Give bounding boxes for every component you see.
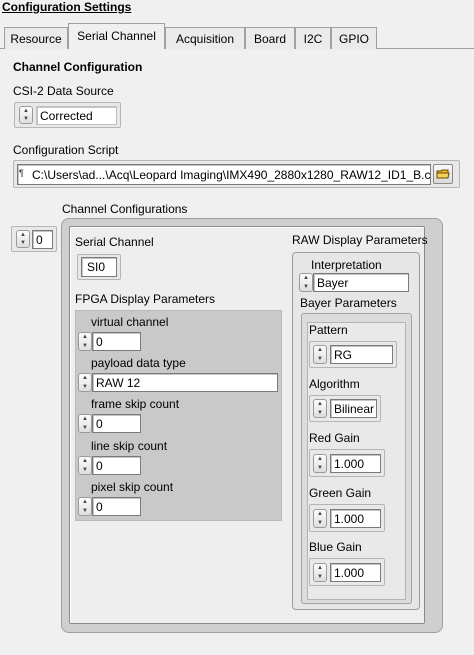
tab-resource[interactable]: Resource [4, 27, 68, 49]
tab-i2c[interactable]: I2C [295, 27, 331, 49]
path-icon: ¶ [19, 168, 24, 178]
up-arrow-icon: ▲ [82, 458, 88, 465]
interpretation-label: Interpretation [311, 258, 382, 272]
up-arrow-icon: ▲ [20, 232, 26, 238]
down-arrow-icon: ▼ [303, 283, 309, 290]
up-arrow-icon: ▲ [317, 456, 323, 463]
red-gain-value[interactable]: 1.000 [330, 454, 381, 473]
algorithm-label: Algorithm [309, 377, 360, 391]
payload-type-value[interactable]: RAW 12 [92, 373, 278, 392]
virtual-channel-stepper[interactable]: ▲ ▼ [78, 332, 92, 351]
down-arrow-icon: ▼ [317, 519, 323, 526]
red-gain-label: Red Gain [309, 431, 360, 445]
channel-configs-label: Channel Configurations [62, 202, 188, 216]
interpretation-stepper[interactable]: ▲ ▼ [299, 273, 313, 292]
blue-gain-value[interactable]: 1.000 [330, 563, 381, 582]
fpga-heading: FPGA Display Parameters [75, 292, 216, 306]
line-skip-stepper[interactable]: ▲ ▼ [78, 456, 92, 475]
up-arrow-icon: ▲ [303, 275, 309, 282]
browse-button[interactable] [433, 164, 453, 184]
line-skip-label: line skip count [91, 439, 168, 453]
up-arrow-icon: ▲ [82, 334, 88, 341]
window-title: Configuration Settings [2, 0, 132, 14]
virtual-channel-value[interactable]: 0 [92, 332, 141, 351]
down-arrow-icon: ▼ [82, 424, 88, 431]
up-arrow-icon: ▲ [317, 401, 323, 408]
pixel-skip-label: pixel skip count [91, 480, 174, 494]
green-gain-stepper[interactable]: ▲ ▼ [313, 509, 327, 528]
folder-icon [436, 169, 450, 179]
raw-heading: RAW Display Parameters [292, 233, 428, 247]
array-index-value[interactable]: 0 [32, 230, 53, 249]
red-gain-stepper[interactable]: ▲ ▼ [313, 454, 327, 473]
frame-skip-label: frame skip count [91, 397, 180, 411]
pixel-skip-stepper[interactable]: ▲ ▼ [78, 497, 92, 516]
tab-gpio[interactable]: GPIO [331, 27, 377, 49]
config-script-label: Configuration Script [13, 143, 119, 157]
down-arrow-icon: ▼ [20, 240, 26, 246]
channel-config-heading: Channel Configuration [13, 60, 143, 74]
tab-serial-channel[interactable]: Serial Channel [68, 23, 165, 49]
up-arrow-icon: ▲ [82, 375, 88, 382]
csi-source-value[interactable]: Corrected [36, 106, 117, 125]
algorithm-value[interactable]: Bilinear [330, 399, 377, 418]
bayer-heading: Bayer Parameters [300, 296, 397, 310]
csi-source-stepper[interactable]: ▲ ▼ [19, 106, 33, 124]
tab-acquisition[interactable]: Acquisition [165, 27, 245, 49]
payload-type-label: payload data type [91, 356, 186, 370]
tab-board[interactable]: Board [245, 27, 295, 49]
down-arrow-icon: ▼ [82, 383, 88, 390]
serial-channel-label: Serial Channel [75, 235, 154, 249]
payload-type-stepper[interactable]: ▲ ▼ [78, 373, 92, 392]
virtual-channel-label: virtual channel [91, 315, 169, 329]
down-arrow-icon: ▼ [317, 464, 323, 471]
up-arrow-icon: ▲ [82, 416, 88, 423]
serial-channel-value: SI0 [81, 257, 117, 277]
frame-skip-value[interactable]: 0 [92, 414, 141, 433]
down-arrow-icon: ▼ [82, 466, 88, 473]
array-index-stepper[interactable]: ▲ ▼ [16, 230, 30, 248]
up-arrow-icon: ▲ [317, 511, 323, 518]
down-arrow-icon: ▼ [23, 116, 29, 122]
up-arrow-icon: ▲ [82, 499, 88, 506]
up-arrow-icon: ▲ [317, 565, 323, 572]
pattern-stepper[interactable]: ▲ ▼ [313, 345, 327, 364]
interpretation-value[interactable]: Bayer [313, 273, 409, 292]
down-arrow-icon: ▼ [317, 355, 323, 362]
csi-source-label: CSI-2 Data Source [13, 84, 114, 98]
frame-skip-stepper[interactable]: ▲ ▼ [78, 414, 92, 433]
down-arrow-icon: ▼ [82, 507, 88, 514]
up-arrow-icon: ▲ [23, 108, 29, 114]
green-gain-label: Green Gain [309, 486, 372, 500]
down-arrow-icon: ▼ [82, 342, 88, 349]
blue-gain-label: Blue Gain [309, 540, 362, 554]
pattern-label: Pattern [309, 323, 348, 337]
green-gain-value[interactable]: 1.000 [330, 509, 381, 528]
up-arrow-icon: ▲ [317, 347, 323, 354]
blue-gain-stepper[interactable]: ▲ ▼ [313, 563, 327, 582]
pixel-skip-value[interactable]: 0 [92, 497, 141, 516]
line-skip-value[interactable]: 0 [92, 456, 141, 475]
algorithm-stepper[interactable]: ▲ ▼ [313, 399, 327, 418]
down-arrow-icon: ▼ [317, 573, 323, 580]
config-script-path[interactable]: C:\Users\ad...\Acq\Leopard Imaging\IMX49… [17, 164, 431, 185]
pattern-value[interactable]: RG [330, 345, 393, 364]
down-arrow-icon: ▼ [317, 409, 323, 416]
